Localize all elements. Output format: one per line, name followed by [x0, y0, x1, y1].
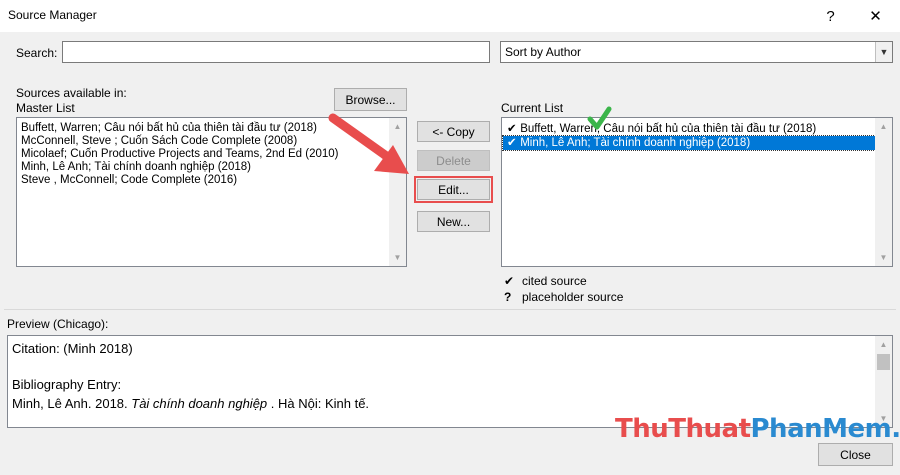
green-check-icon [587, 106, 612, 130]
annotation-overlay [328, 106, 612, 174]
red-arrow-icon [328, 113, 409, 174]
